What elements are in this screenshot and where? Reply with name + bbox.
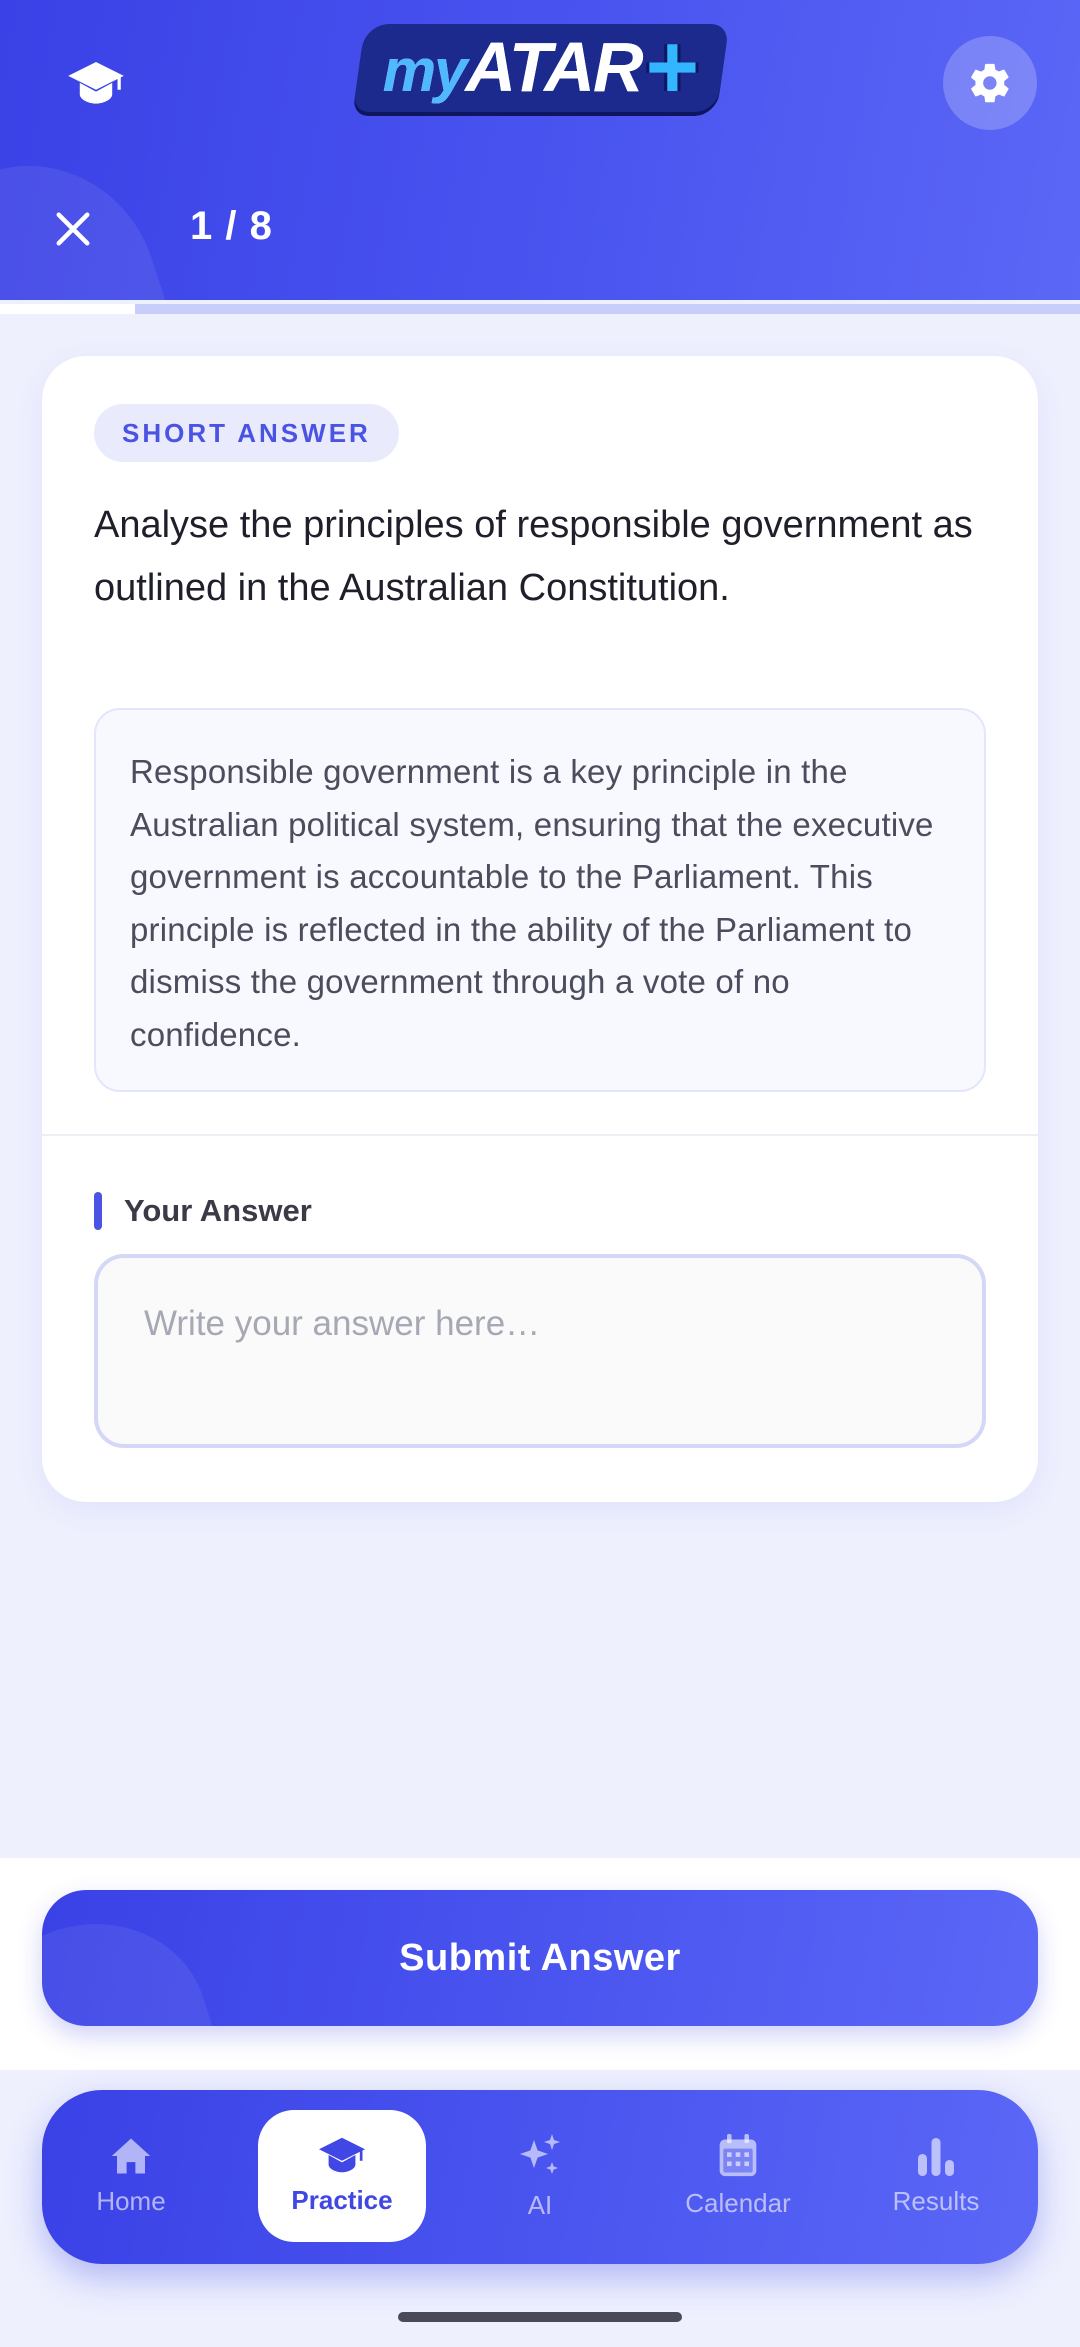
question-card: SHORT ANSWER Analyse the principles of r… [42, 356, 1038, 1502]
question-prompt: Analyse the principles of responsible go… [94, 504, 973, 609]
submit-decoration [42, 1893, 225, 2026]
app-logo: myATAR + [352, 16, 730, 118]
graduation-cap-icon [319, 2137, 365, 2172]
graduation-cap-icon [68, 62, 124, 104]
answer-input[interactable] [94, 1254, 986, 1448]
nav-item-practice[interactable]: Practice [258, 2110, 426, 2242]
graduation-cap-button[interactable] [56, 52, 136, 116]
nav-item-ai-label: AI [527, 2189, 553, 2220]
logo-prefix: my [382, 37, 468, 104]
question-context: Responsible government is a key principl… [94, 708, 986, 1092]
answer-label-accent [94, 1192, 102, 1230]
answer-label-text: Your Answer [124, 1193, 312, 1228]
question-type-badge: SHORT ANSWER [94, 404, 399, 462]
close-icon [56, 212, 90, 246]
submit-answer-button[interactable]: Submit Answer [42, 1890, 1038, 2026]
bottom-nav: Home Practice AI Calendar Results [42, 2090, 1038, 2264]
answer-label: Your Answer [94, 1192, 312, 1230]
logo-name: ATAR [465, 28, 643, 106]
nav-item-practice-label: Practice [291, 2184, 393, 2215]
nav-item-home-label: Home [96, 2185, 166, 2216]
gear-icon [971, 63, 1009, 103]
close-button[interactable] [40, 196, 106, 262]
progress-bar [0, 304, 1080, 314]
progress-fill [0, 304, 135, 314]
nav-item-calendar[interactable]: Calendar [654, 2110, 822, 2242]
sparkle-icon [520, 2133, 560, 2174]
nav-item-ai[interactable]: AI [456, 2110, 624, 2242]
nav-item-results[interactable]: Results [852, 2110, 1020, 2242]
bar-chart-icon [918, 2137, 954, 2176]
submit-answer-label: Submit Answer [399, 1936, 681, 1979]
nav-item-home[interactable]: Home [47, 2110, 215, 2242]
calendar-icon [719, 2133, 757, 2176]
settings-button[interactable] [943, 36, 1037, 130]
home-icon [111, 2138, 151, 2173]
nav-item-results-label: Results [892, 2185, 980, 2216]
app-header: myATAR + 1 / 8 [0, 0, 1080, 300]
nav-item-calendar-label: Calendar [685, 2187, 791, 2218]
question-counter: 1 / 8 [190, 204, 273, 248]
card-divider [42, 1134, 1038, 1136]
logo-plus: + [645, 16, 700, 118]
logo-text: myATAR [382, 27, 644, 107]
home-indicator[interactable] [398, 2312, 682, 2322]
